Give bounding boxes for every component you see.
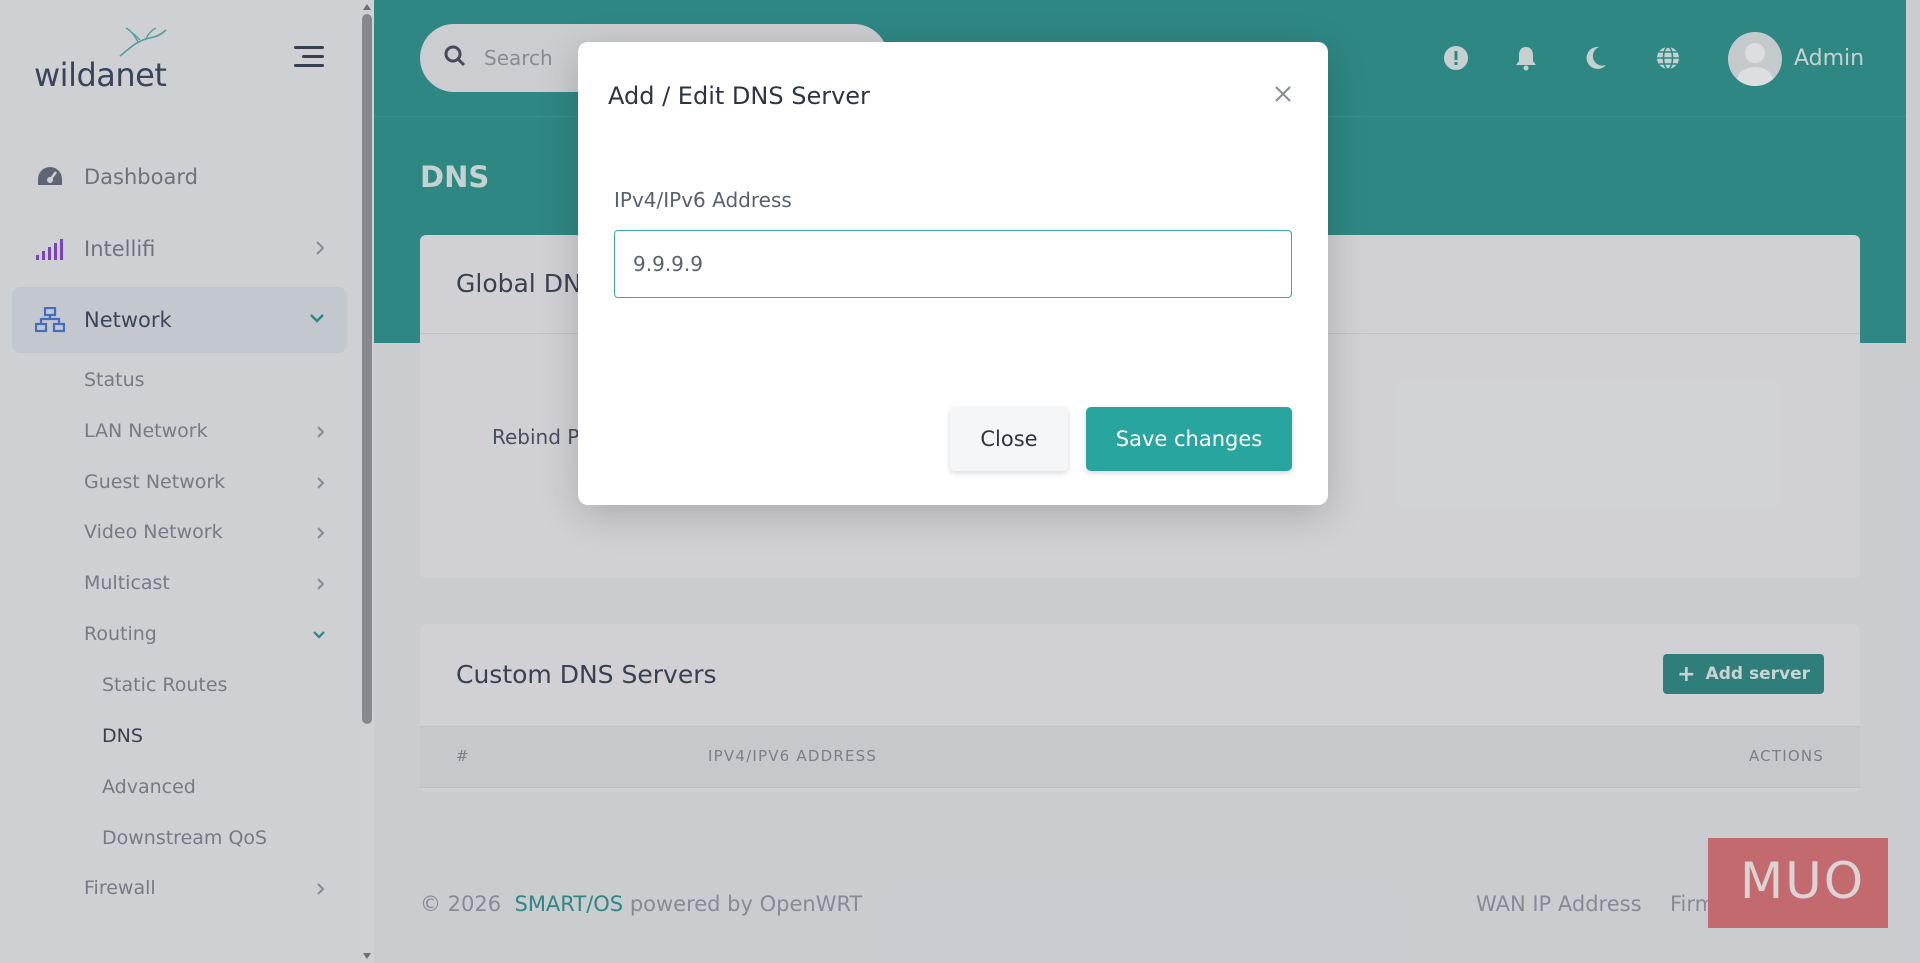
close-button[interactable]: Close bbox=[950, 407, 1068, 471]
dns-server-dialog: Add / Edit DNS Server IPv4/IPv6 Address … bbox=[578, 42, 1328, 505]
address-input[interactable] bbox=[614, 230, 1292, 298]
dialog-title: Add / Edit DNS Server bbox=[608, 82, 870, 110]
address-field-label: IPv4/IPv6 Address bbox=[614, 188, 792, 212]
save-changes-button[interactable]: Save changes bbox=[1086, 407, 1292, 471]
close-icon[interactable] bbox=[1270, 82, 1296, 108]
